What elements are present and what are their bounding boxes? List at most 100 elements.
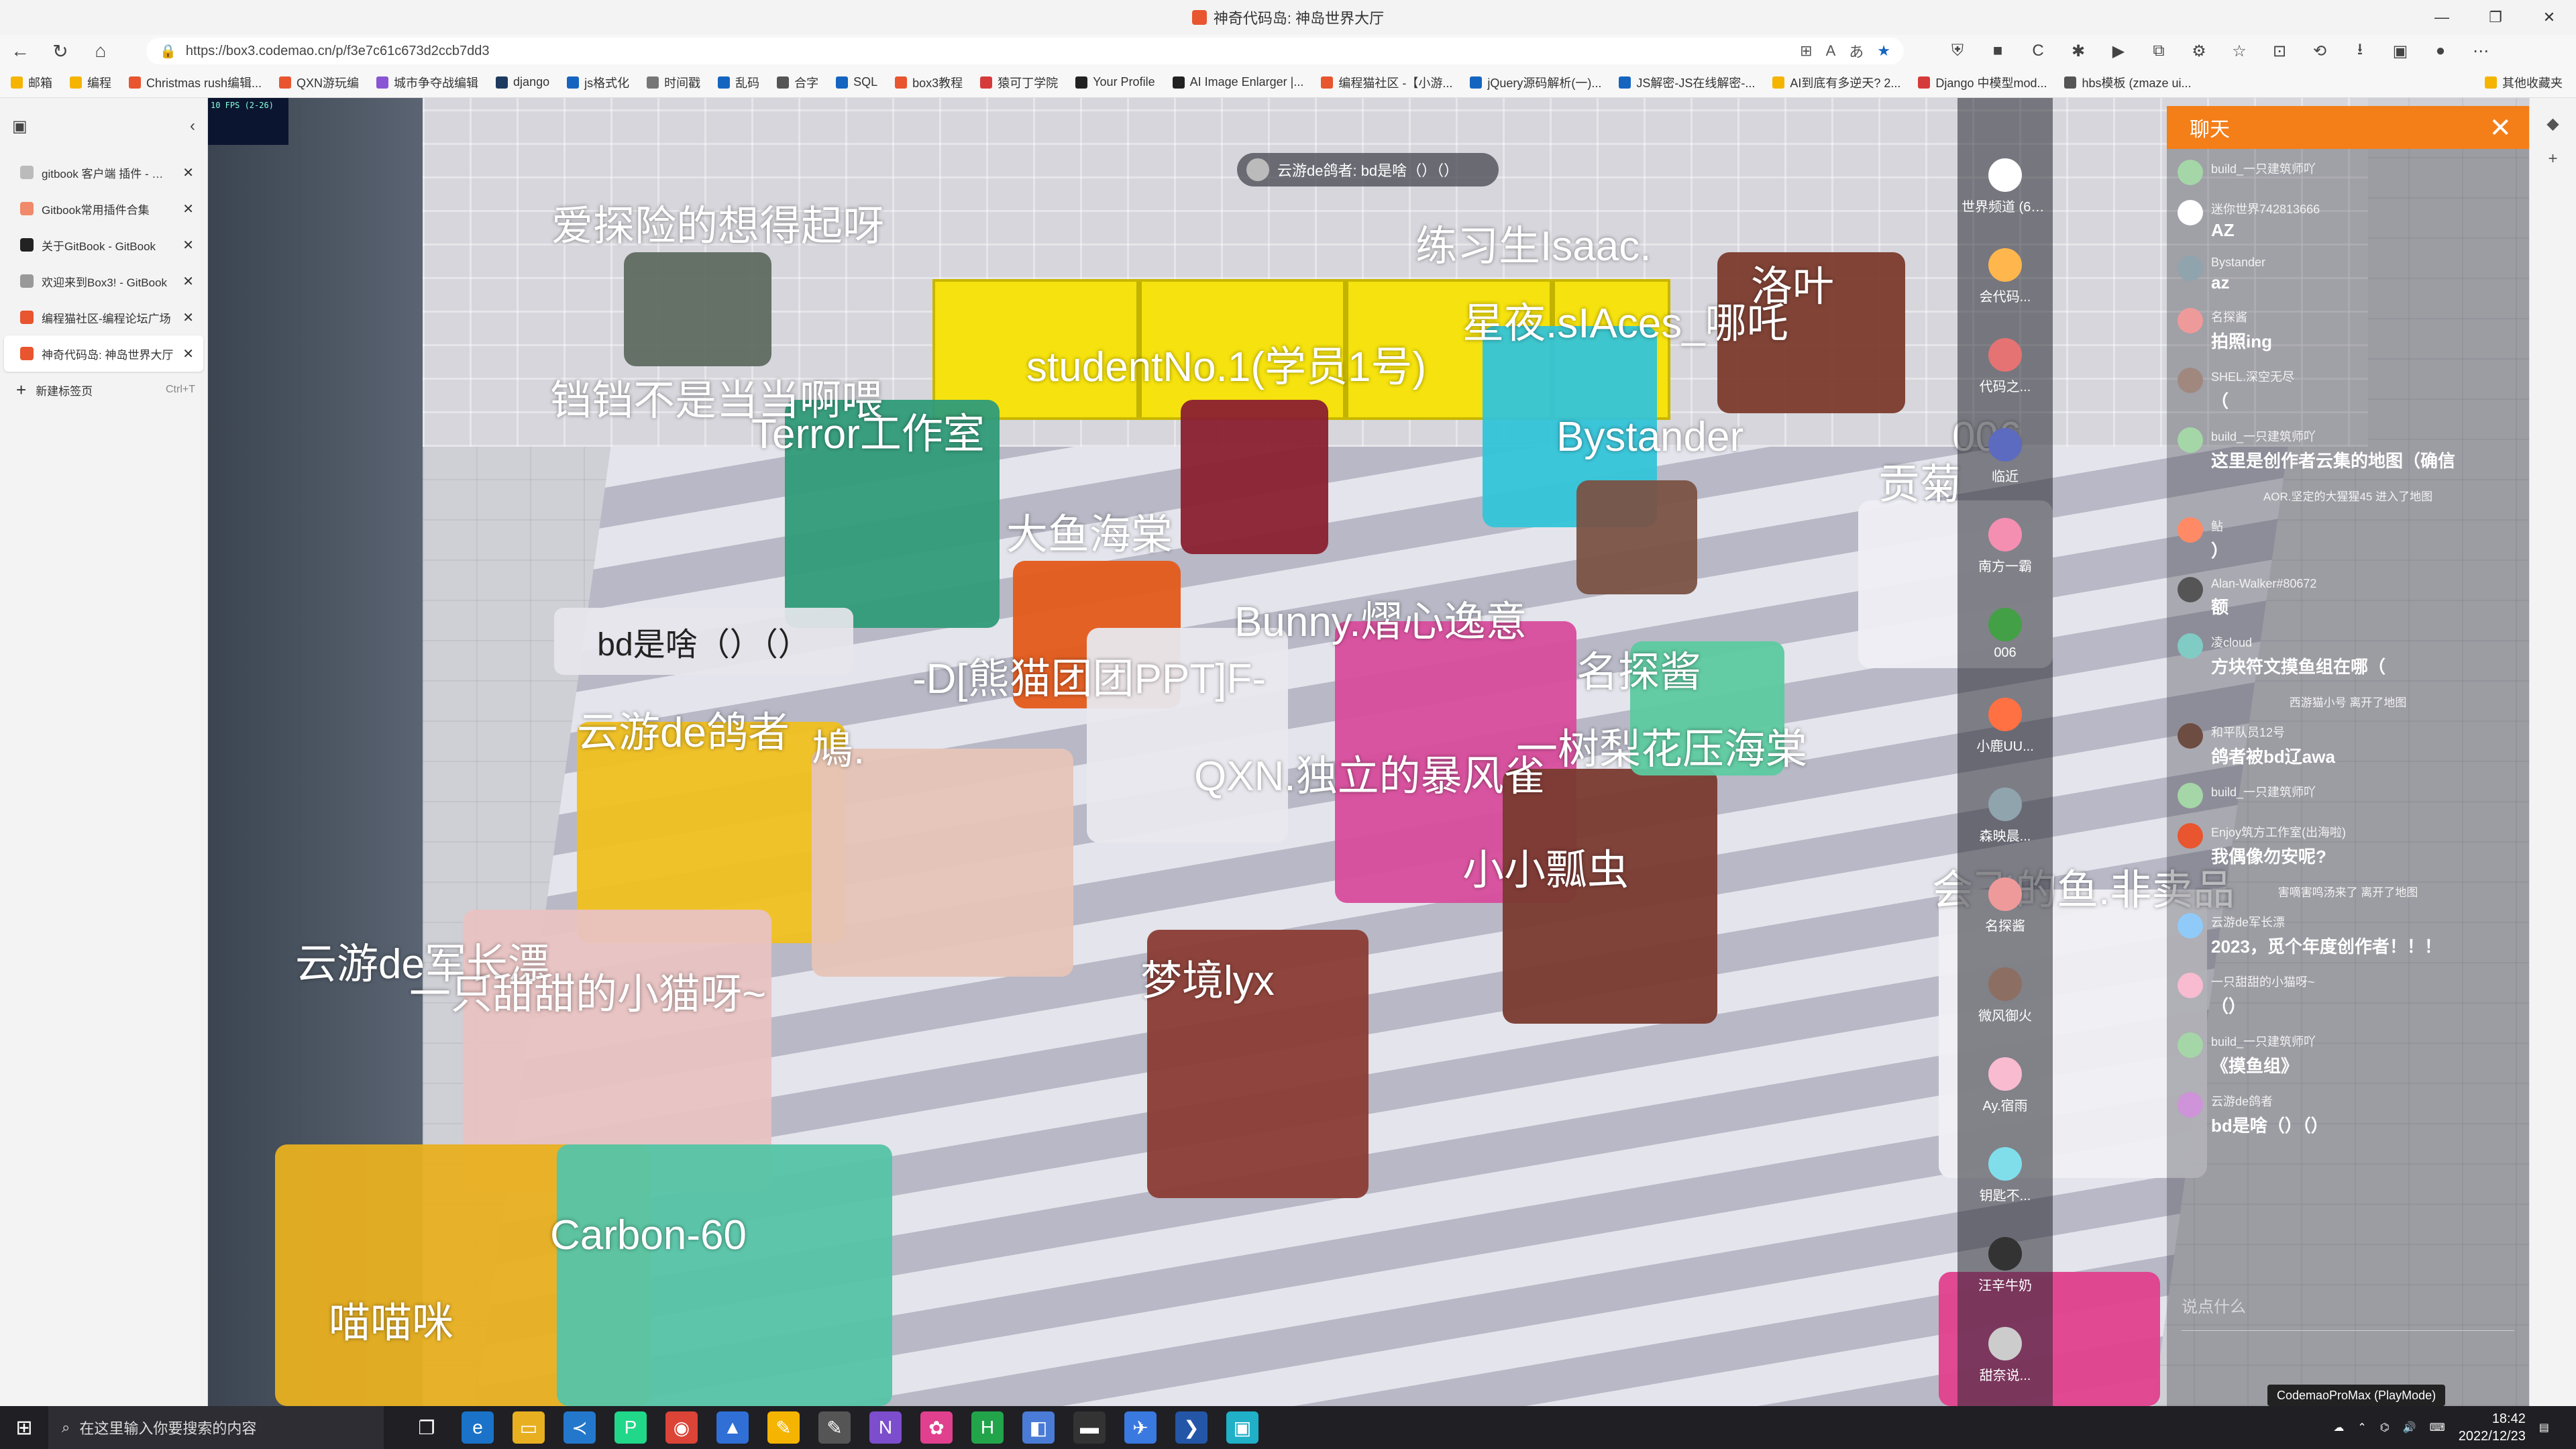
remote-icon[interactable]: ◧: [1022, 1411, 1055, 1444]
vscode-icon[interactable]: ≺: [564, 1411, 596, 1444]
chat-message[interactable]: build_一只建筑师吖: [2178, 160, 2518, 185]
browser-tab[interactable]: Gitbook常用插件合集 ✕: [4, 191, 203, 227]
bookmark-item[interactable]: 邮箱: [11, 74, 52, 91]
close-tab-icon[interactable]: ✕: [182, 237, 194, 254]
chat-message[interactable]: 和平队员12号 鸽者被bd辽awa: [2178, 723, 2518, 768]
back-arrow-icon[interactable]: ←: [0, 35, 40, 67]
shield-icon[interactable]: ⛨: [1945, 39, 1970, 63]
bookmark-item[interactable]: hbs模板 (zmaze ui...: [2064, 74, 2192, 91]
copilot-icon[interactable]: ◆: [2530, 114, 2576, 133]
download-icon[interactable]: ⭳: [2348, 39, 2372, 63]
chat-message[interactable]: Alan-Walker#80672 额: [2178, 577, 2518, 619]
chat-message[interactable]: Bystander az: [2178, 256, 2518, 293]
browser-tab[interactable]: 欢迎来到Box3! - GitBook ✕: [4, 263, 203, 299]
new-tab-button[interactable]: + 新建标签页 Ctrl+T: [0, 372, 207, 408]
bookmark-item[interactable]: Your Profile: [1075, 75, 1155, 89]
chat-message[interactable]: 凌cloud 方块符文摸鱼组在哪（: [2178, 633, 2518, 678]
chat-message[interactable]: 一只甜甜的小猫呀~ （）: [2178, 973, 2518, 1018]
translate-icon[interactable]: あ: [1849, 40, 1864, 62]
chat-message[interactable]: 云游de鸽者 bd是啥（）（）: [2178, 1092, 2518, 1137]
bookmark-item[interactable]: 合字: [777, 74, 818, 91]
close-tab-icon[interactable]: ✕: [182, 345, 194, 362]
bookmark-item[interactable]: JS解密-JS在线解密-...: [1619, 74, 1755, 91]
bookmark-item[interactable]: jQuery源码解析(一)...: [1470, 74, 1601, 91]
avatar[interactable]: [2178, 723, 2203, 749]
avatar[interactable]: [2178, 633, 2203, 659]
bookmark-item[interactable]: Christmas rush编辑...: [129, 74, 262, 91]
chat-contact[interactable]: 小鹿UU...: [1957, 698, 2053, 755]
bookmark-item[interactable]: AI Image Enlarger |...: [1172, 75, 1303, 89]
task-view-icon[interactable]: ❐: [411, 1411, 443, 1444]
avatar[interactable]: [2178, 200, 2203, 225]
world-channel-tab[interactable]: 世界频道 (65人): [1957, 158, 2053, 215]
avatar[interactable]: [2178, 160, 2203, 185]
extension-c-icon[interactable]: C: [2026, 39, 2050, 63]
chat-message[interactable]: Enjoy筑方工作室(出海啦) 我偶像勿安呢?: [2178, 823, 2518, 868]
chat-contact[interactable]: 甜奈说...: [1957, 1327, 2053, 1384]
chat-message[interactable]: 云游de军长漂 2023，觅个年度创作者！！！: [2178, 913, 2518, 958]
history-icon[interactable]: ⟲: [2308, 39, 2332, 63]
browser-tab[interactable]: 关于GitBook - GitBook ✕: [4, 227, 203, 263]
bookmark-item[interactable]: Django 中模型mod...: [1918, 74, 2047, 91]
avatar[interactable]: [2178, 308, 2203, 333]
chat-contact[interactable]: 代码之...: [1957, 338, 2053, 395]
close-window-button[interactable]: ✕: [2522, 0, 2576, 35]
notifications-icon[interactable]: ▤: [2539, 1421, 2549, 1434]
favorites-icon[interactable]: ☆: [2227, 39, 2251, 63]
chat-contact[interactable]: 汪辛牛奶: [1957, 1237, 2053, 1294]
bookmark-item[interactable]: js格式化: [567, 74, 629, 91]
file-explorer-icon[interactable]: ▭: [513, 1411, 545, 1444]
chat-message[interactable]: SHEL.深空无尽 （: [2178, 368, 2518, 413]
address-bar[interactable]: 🔒 https://box3.codemao.cn/p/f3e7c61c673d…: [146, 38, 1904, 64]
hbuilder-icon[interactable]: H: [971, 1411, 1004, 1444]
bookmark-item[interactable]: 城市争夺战编辑: [376, 74, 478, 91]
chat-message-list[interactable]: build_一只建筑师吖 迷你世界742813666 AZ Bystander az 名探…: [2167, 160, 2529, 1152]
browser-tab[interactable]: 神奇代码岛: 神岛世界大厅 ✕: [4, 335, 203, 372]
avatar[interactable]: [2178, 427, 2203, 453]
avatar[interactable]: [2178, 823, 2203, 849]
avatar[interactable]: [2178, 783, 2203, 808]
avatar[interactable]: [2178, 1092, 2203, 1118]
edge-icon[interactable]: e: [462, 1411, 494, 1444]
apps-icon[interactable]: ⊞: [1800, 42, 1812, 60]
chat-contact[interactable]: 临近: [1957, 428, 2053, 485]
close-tab-icon[interactable]: ✕: [182, 309, 194, 326]
extension-puzzle-icon[interactable]: ✱: [2066, 39, 2090, 63]
browser-tab[interactable]: 编程猫社区-编程论坛广场 ✕: [4, 299, 203, 335]
chat-message[interactable]: 迷你世界742813666 AZ: [2178, 200, 2518, 241]
sidebar-icon[interactable]: ▣: [2388, 39, 2412, 63]
weather-icon[interactable]: ☁: [2333, 1421, 2344, 1434]
volume-icon[interactable]: 🔊: [2403, 1421, 2416, 1434]
photos-icon[interactable]: ▲: [716, 1411, 749, 1444]
tab-actions-icon[interactable]: ▣: [12, 117, 28, 136]
close-tab-icon[interactable]: ✕: [182, 164, 194, 181]
avatar[interactable]: [2178, 913, 2203, 938]
home-icon[interactable]: ⌂: [80, 35, 121, 67]
windows-start-icon[interactable]: ⊞: [0, 1406, 48, 1449]
minimize-button[interactable]: —: [2415, 0, 2469, 35]
app-game-icon[interactable]: ▣: [1226, 1411, 1258, 1444]
avatar[interactable]: [2178, 1032, 2203, 1058]
avatar[interactable]: [2178, 577, 2203, 602]
avatar[interactable]: [2178, 973, 2203, 998]
chat-input[interactable]: 说点什么: [2182, 1280, 2514, 1331]
chat-message[interactable]: build_一只建筑师吖 《摸鱼组》: [2178, 1032, 2518, 1077]
close-tab-icon[interactable]: ✕: [182, 201, 194, 217]
chat-contact[interactable]: Ay.宿雨: [1957, 1057, 2053, 1114]
bookmark-item[interactable]: 编程猫社区 -【小游...: [1321, 74, 1452, 91]
maximize-button[interactable]: ❐: [2469, 0, 2522, 35]
play-icon[interactable]: ▶: [2106, 39, 2131, 63]
tray-chevron-icon[interactable]: ⌃: [2357, 1421, 2366, 1434]
keyboard-icon[interactable]: ⌨: [2430, 1421, 2445, 1434]
avatar[interactable]: [2178, 517, 2203, 543]
bookmark-item[interactable]: 乱码: [718, 74, 759, 91]
network-icon[interactable]: ⌬: [2380, 1421, 2390, 1434]
more-menu-icon[interactable]: ⋯: [2469, 39, 2493, 63]
url-text[interactable]: https://box3.codemao.cn/p/f3e7c61c673d2c…: [186, 44, 490, 59]
vs-icon[interactable]: N: [869, 1411, 902, 1444]
add-sidebar-icon[interactable]: +: [2530, 150, 2576, 168]
chat-message[interactable]: 名探酱 拍照ing: [2178, 308, 2518, 353]
chat-contact[interactable]: 006: [1957, 608, 2053, 661]
chat-message[interactable]: build_一只建筑师吖: [2178, 783, 2518, 808]
chat-message[interactable]: build_一只建筑师吖 这里是创作者云集的地图（确信: [2178, 427, 2518, 472]
